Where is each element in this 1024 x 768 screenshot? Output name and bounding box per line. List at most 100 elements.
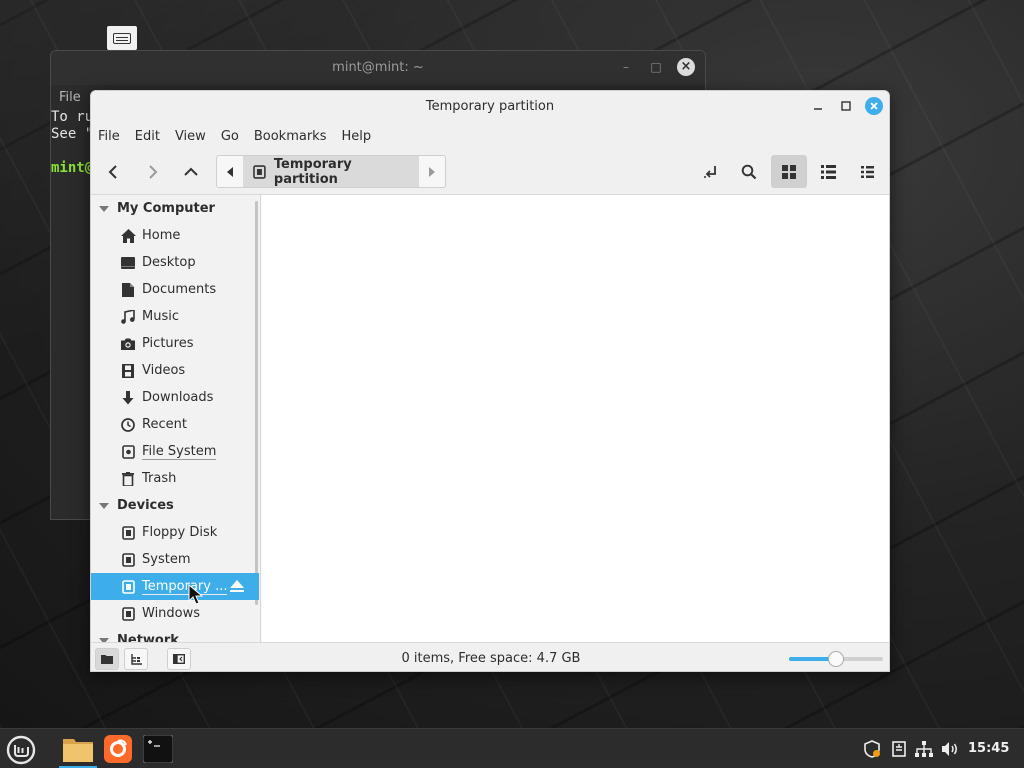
drive-icon (120, 579, 136, 595)
sidebar-item-label: Pictures (142, 336, 194, 351)
menu-edit[interactable]: Edit (135, 129, 160, 144)
drive-icon (253, 164, 266, 179)
pathbar-crumb-label: Temporary partition (273, 156, 352, 187)
network-icon (915, 741, 933, 757)
list-view-button[interactable] (810, 155, 846, 188)
sidebar-item-label: Downloads (142, 390, 214, 405)
sidebar-section-devices[interactable]: Devices (91, 492, 260, 519)
mint-logo-icon (6, 735, 36, 765)
clipboard-icon (892, 741, 906, 757)
taskbar-app-firefox[interactable] (99, 730, 137, 768)
maximize-icon (841, 101, 851, 111)
shield-update-icon (864, 740, 880, 758)
sidebar-section-label: Network (117, 633, 179, 642)
sidebar-item-system[interactable]: System (91, 546, 260, 573)
menu-help[interactable]: Help (341, 129, 371, 144)
file-manager-icon (63, 739, 93, 762)
minimize-icon[interactable]: – (617, 60, 635, 74)
file-view-area[interactable] (262, 195, 889, 642)
triangle-right-icon (429, 166, 435, 177)
taskbar-app-terminal[interactable] (139, 730, 177, 768)
up-button[interactable] (176, 157, 206, 187)
terminal-title: mint@mint: ~ (332, 60, 424, 75)
pathbar-scroll-left[interactable] (217, 156, 243, 187)
close-icon (870, 102, 878, 110)
zoom-slider[interactable] (789, 651, 883, 667)
sidebar-item-home[interactable]: Home (91, 222, 260, 249)
file-manager-window[interactable]: Temporary partition File Edit View Go Bo… (90, 90, 890, 672)
statusbar: 0 items, Free space: 4.7 GB (91, 642, 889, 671)
chevron-down-icon (99, 205, 109, 212)
sidebar-item-temporary-partition[interactable]: Temporary ... (91, 573, 259, 605)
search-button[interactable] (731, 155, 767, 188)
tray-volume[interactable] (940, 739, 960, 759)
terminal-titlebar[interactable]: mint@mint: ~ – □ × (51, 51, 705, 85)
icon-view-button[interactable] (771, 155, 807, 188)
sidebar-section-label: Devices (117, 498, 174, 513)
maximize-icon[interactable]: □ (647, 60, 665, 74)
menu-button[interactable] (4, 733, 38, 767)
eject-button[interactable] (229, 579, 245, 597)
drive-icon (120, 552, 136, 568)
taskbar-app-file-manager[interactable] (59, 730, 97, 768)
menu-go[interactable]: Go (221, 129, 239, 144)
sidebar-item-floppy-disk[interactable]: Floppy Disk (91, 519, 260, 546)
chevron-left-icon (108, 165, 117, 179)
sidebar-item-pictures[interactable]: Pictures (91, 330, 260, 357)
chevron-up-icon (184, 167, 198, 176)
sidebar-item-label: Recent (142, 417, 187, 432)
sidebar-item-label: Trash (142, 471, 177, 486)
clock[interactable]: 15:45 (968, 741, 1009, 756)
location-entry-icon (704, 165, 716, 178)
menu-bookmarks[interactable]: Bookmarks (254, 129, 327, 144)
sidebar-item-desktop[interactable]: Desktop (91, 249, 260, 276)
menu-view[interactable]: View (175, 129, 206, 144)
camera-icon (120, 336, 136, 352)
sidebar-section-my-computer[interactable]: My Computer (91, 195, 260, 222)
close-icon[interactable]: × (677, 58, 695, 76)
sidebar-item-trash[interactable]: Trash (91, 465, 260, 492)
tray-clipboard[interactable] (889, 739, 909, 759)
desktop-icon (120, 255, 136, 271)
chevron-down-icon (99, 502, 109, 509)
terminal-menu-file[interactable]: File (59, 90, 81, 105)
minimize-button[interactable] (809, 97, 827, 115)
tray-update-manager[interactable] (862, 739, 882, 759)
download-arrow-icon (120, 390, 136, 406)
tray-network[interactable] (914, 739, 934, 759)
sidebar-item-documents[interactable]: Documents (91, 276, 260, 303)
sidebar-item-label: Floppy Disk (142, 525, 218, 540)
desktop: mint@mint: ~ – □ × File To ru See " mint… (0, 0, 1024, 728)
sidebar-item-label: Documents (142, 282, 217, 297)
forward-button[interactable] (137, 157, 167, 187)
drive-icon (120, 606, 136, 622)
menu-file[interactable]: File (98, 129, 120, 144)
window-titlebar[interactable]: Temporary partition (91, 91, 889, 123)
minimize-icon (814, 108, 822, 110)
pathbar-scroll-right[interactable] (419, 156, 445, 187)
sidebar-item-label: Videos (142, 363, 186, 378)
toggle-location-button[interactable] (693, 155, 729, 188)
sidebar-item-music[interactable]: Music (91, 303, 260, 330)
sidebar-item-file-system[interactable]: File System (91, 438, 260, 465)
compact-view-button[interactable] (849, 155, 885, 188)
keyboard-icon[interactable] (107, 26, 137, 50)
search-icon (741, 164, 757, 179)
maximize-button[interactable] (837, 97, 855, 115)
pathbar-crumb-current[interactable]: Temporary partition (243, 156, 419, 187)
drive-icon (120, 444, 136, 460)
close-button[interactable] (865, 97, 883, 115)
sidebar-item-recent[interactable]: Recent (91, 411, 260, 438)
sidebar-item-label: File System (142, 443, 217, 460)
sidebar-item-downloads[interactable]: Downloads (91, 384, 260, 411)
triangle-left-icon (227, 166, 233, 177)
taskbar: 15:45 (0, 728, 1024, 768)
sidebar-section-network[interactable]: Network (91, 627, 260, 642)
terminal-output[interactable]: To ru See " mint@ (51, 109, 93, 177)
sidebar-item-label: System (142, 552, 191, 567)
back-button[interactable] (99, 157, 129, 187)
grid-icon (782, 164, 796, 179)
zoom-slider-handle[interactable] (828, 651, 844, 667)
sidebar-item-videos[interactable]: Videos (91, 357, 260, 384)
sidebar-item-windows[interactable]: Windows (91, 600, 260, 627)
